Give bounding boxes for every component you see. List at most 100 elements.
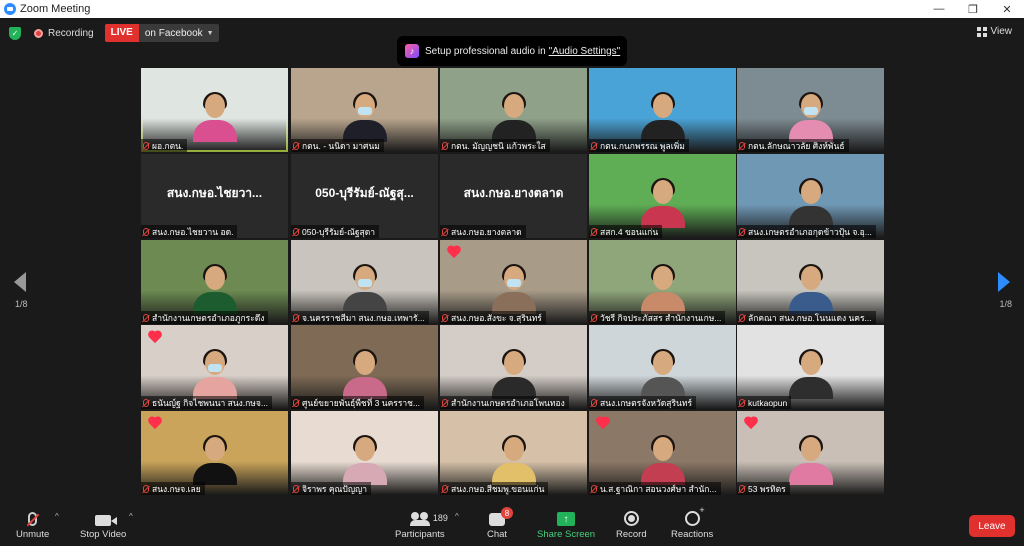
live-stream-button[interactable]: LIVE on Facebook ▼ xyxy=(104,24,219,42)
participant-name: สำนักงานเกษตรอำเภอโพนทอง xyxy=(451,397,565,408)
participant-silhouette xyxy=(788,178,833,228)
participant-name: ผอ.กตน. xyxy=(152,140,184,151)
participant-tile[interactable]: จิราพร คุณปัญญา xyxy=(291,411,438,495)
notification-text: Setup professional audio in xyxy=(425,45,546,57)
participant-tile[interactable]: กตน.ลักษณาวลัย ศิงห์พันธ์ xyxy=(737,68,884,152)
participant-display-name: สนง.กษอ.ไชยวา... xyxy=(166,186,263,200)
participant-tile[interactable]: ลักคณา สนง.กษอ.โนนแดง นคร... xyxy=(737,240,884,324)
participant-display-name: สนง.กษอ.ยางตลาด xyxy=(463,186,564,200)
participant-name-tag: จ.นครราชสีมา สนง.กษอ.เทพารั... xyxy=(291,311,429,324)
unmute-button[interactable]: Unmute xyxy=(16,506,49,540)
participant-name: จิราพร คุณปัญญา xyxy=(302,483,368,494)
participant-silhouette xyxy=(342,264,387,314)
participant-silhouette xyxy=(491,435,536,485)
heart-reaction-icon xyxy=(597,417,611,429)
participant-tile[interactable]: สนง.กษอ.สังขะ จ.สุรินทร์ xyxy=(440,240,587,324)
participant-name: สนง.เกษตรอำเภอกุดข้าวปุ้น จ.อุ... xyxy=(748,226,872,237)
participant-silhouette xyxy=(192,264,237,314)
participant-tile[interactable]: น.ส.ฐาณิกา สอนวงศ์ษา สำนัก... xyxy=(589,411,736,495)
participant-name-tag: ศูนย์ขยายพันธุ์พืชที่ 3 นครราช... xyxy=(291,396,425,409)
participant-tile[interactable]: 53 พรทิตร xyxy=(737,411,884,495)
participant-tile[interactable]: กตน.กนกพรรณ พูลเพิ่ม xyxy=(589,68,736,152)
encryption-shield-icon[interactable]: ✓ xyxy=(9,26,21,40)
participants-button[interactable]: 189 Participants xyxy=(395,506,448,540)
participant-tile[interactable]: สนง.กษอ.ยางตลาด สนง.กษอ.ยางตลาด xyxy=(440,154,587,238)
audio-options-chevron-icon[interactable]: ^ xyxy=(55,512,59,521)
recording-indicator[interactable]: Recording xyxy=(34,28,94,39)
participant-name: สนง.กษอ.ไชยวาน อด. xyxy=(152,226,234,237)
participant-silhouette xyxy=(491,349,536,399)
participants-options-chevron-icon[interactable]: ^ xyxy=(455,512,459,521)
participant-tile[interactable]: สสก.4 ขอนแก่น xyxy=(589,154,736,238)
participant-silhouette xyxy=(640,435,685,485)
video-options-chevron-icon[interactable]: ^ xyxy=(129,512,133,521)
zoom-logo-icon xyxy=(4,3,16,15)
leave-button[interactable]: Leave xyxy=(969,515,1015,537)
participant-name-tag: สนง.กษอ.สีชมพู.ขอนแก่น xyxy=(440,482,549,495)
muted-mic-icon xyxy=(591,227,597,236)
muted-mic-icon xyxy=(143,141,149,150)
participant-name: 53 พรทิตร xyxy=(748,483,786,494)
next-page-arrow-icon[interactable] xyxy=(998,272,1010,292)
participant-name-tag: สนง.เกษตรอำเภอกุดข้าวปุ้น จ.อุ... xyxy=(737,225,876,238)
participant-display-name: 050-บุรีรัมย์-ณัฐสุ... xyxy=(315,186,414,200)
share-screen-button[interactable]: ↑ Share Screen xyxy=(537,506,595,540)
participant-name: ศูนย์ขยายพันธุ์พืชที่ 3 นครราช... xyxy=(302,397,421,408)
participant-name: สนง.เกษตรจังหวัดสุรินทร์ xyxy=(600,397,693,408)
participant-name: สสก.4 ขอนแก่น xyxy=(600,226,659,237)
chat-button[interactable]: 8 Chat xyxy=(487,506,514,540)
participant-tile[interactable]: 050-บุรีรัมย์-ณัฐสุ... 050-บุรีรัมย์-ณัฐส… xyxy=(291,154,438,238)
participant-name-tag: สสก.4 ขอนแก่น xyxy=(589,225,663,238)
recording-dot-icon xyxy=(34,28,43,38)
participant-silhouette xyxy=(640,92,685,142)
participant-tile[interactable]: สนง.กษอ.ไชยวา... สนง.กษอ.ไชยวาน อด. xyxy=(141,154,288,238)
stop-video-label: Stop Video xyxy=(80,529,127,540)
participant-name-tag: ลักคณา สนง.กษอ.โนนแดง นคร... xyxy=(737,311,876,324)
view-button[interactable]: View xyxy=(976,26,1012,37)
participant-tile[interactable]: จ.นครราชสีมา สนง.กษอ.เทพารั... xyxy=(291,240,438,324)
participant-name: วัชรี กิจประภัสสร สำนักงานเกษ... xyxy=(600,312,722,323)
gallery-grid: ผอ.กตน. กตน. - นนิดา มาศนม กตน. มัญญชนิ แก… xyxy=(141,68,884,495)
muted-mic-icon xyxy=(591,398,597,407)
participant-tile[interactable]: สำนักงานเกษตรอำเภอภูกระดึง xyxy=(141,240,288,324)
previous-page-arrow-icon[interactable] xyxy=(14,272,26,292)
participant-name-tag: กตน. - นนิดา มาศนม xyxy=(291,139,384,152)
stop-video-button[interactable]: Stop Video xyxy=(80,506,126,540)
heart-reaction-icon xyxy=(448,246,462,258)
share-screen-arrow-icon: ↑ xyxy=(557,512,576,526)
participant-tile[interactable]: สนง.เกษตรจังหวัดสุรินทร์ xyxy=(589,325,736,409)
participant-name-tag: 050-บุรีรัมย์-ณัฐสุดา xyxy=(291,225,380,238)
participant-tile[interactable]: สำนักงานเกษตรอำเภอโพนทอง xyxy=(440,325,587,409)
participant-tile[interactable]: กตน. มัญญชนิ แก้วพระใส xyxy=(440,68,587,152)
participant-silhouette xyxy=(192,349,237,399)
maximize-button[interactable]: ❐ xyxy=(956,0,990,18)
participant-name: ลักคณา สนง.กษอ.โนนแดง นคร... xyxy=(748,312,872,323)
reactions-button[interactable]: Reactions xyxy=(671,505,713,540)
muted-mic-icon xyxy=(739,398,745,407)
participant-silhouette xyxy=(788,264,833,314)
participant-tile[interactable]: วัชรี กิจประภัสสร สำนักงานเกษ... xyxy=(589,240,736,324)
participant-tile[interactable]: ผอ.กตน. xyxy=(141,68,288,152)
video-camera-icon xyxy=(95,515,118,526)
participant-name: สนง.กษอ.สังขะ จ.สุรินทร์ xyxy=(451,312,542,323)
participant-tile[interactable]: สนง.เกษตรอำเภอกุดข้าวปุ้น จ.อุ... xyxy=(737,154,884,238)
participant-silhouette xyxy=(640,178,685,228)
minimize-button[interactable]: — xyxy=(922,0,956,18)
participant-tile[interactable]: kutkaopun xyxy=(737,325,884,409)
participant-tile[interactable]: ธนันญ์ฐ กิจไชพนนา สนง.กษจ... xyxy=(141,325,288,409)
participant-tile[interactable]: ศูนย์ขยายพันธุ์พืชที่ 3 นครราช... xyxy=(291,325,438,409)
record-button[interactable]: Record xyxy=(616,506,647,540)
music-note-icon: ♪ xyxy=(405,44,419,58)
close-button[interactable]: ✕ xyxy=(990,0,1024,18)
participant-silhouette xyxy=(640,349,685,399)
participant-name-tag: สำนักงานเกษตรอำเภอโพนทอง xyxy=(440,396,569,409)
participant-tile[interactable]: สนง.กษจ.เลย xyxy=(141,411,288,495)
muted-mic-icon xyxy=(143,313,149,322)
audio-settings-link[interactable]: "Audio Settings" xyxy=(549,46,621,57)
participant-tile[interactable]: กตน. - นนิดา มาศนม xyxy=(291,68,438,152)
muted-mic-icon xyxy=(442,227,448,236)
participant-name-tag: ผอ.กตน. xyxy=(141,139,188,152)
chevron-down-icon: ▼ xyxy=(206,29,214,37)
participant-name-tag: จิราพร คุณปัญญา xyxy=(291,482,372,495)
participant-tile[interactable]: สนง.กษอ.สีชมพู.ขอนแก่น xyxy=(440,411,587,495)
